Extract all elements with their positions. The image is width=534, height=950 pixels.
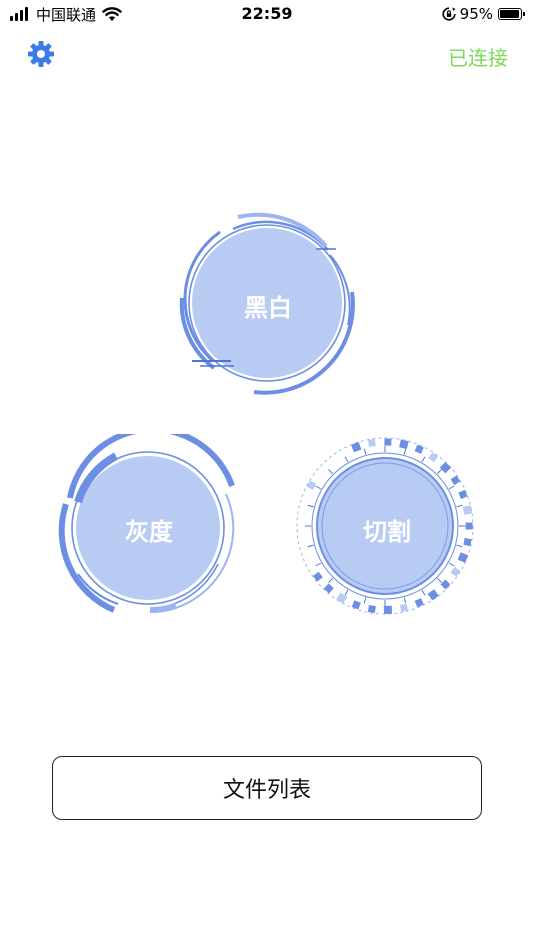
battery-percent: 95% [459, 5, 493, 23]
black-white-label: 黑白 [244, 294, 292, 322]
battery-fill [500, 10, 519, 18]
black-white-mode-button[interactable]: 黑白 [178, 210, 358, 395]
gear-icon [28, 41, 54, 67]
cut-mode-button[interactable]: 切割 [296, 434, 478, 618]
status-bar: 中国联通 22:59 95% [0, 0, 534, 30]
status-bar-right: 95% [442, 4, 525, 24]
file-list-button[interactable]: 文件列表 [52, 756, 482, 820]
grayscale-label: 灰度 [125, 518, 173, 546]
rotation-lock-icon [442, 7, 456, 21]
connection-status: 已连接 [448, 46, 508, 70]
grayscale-mode-button[interactable]: 灰度 [58, 434, 244, 620]
settings-button[interactable] [27, 40, 55, 68]
battery-icon [498, 8, 525, 20]
cut-label: 切割 [363, 518, 411, 546]
